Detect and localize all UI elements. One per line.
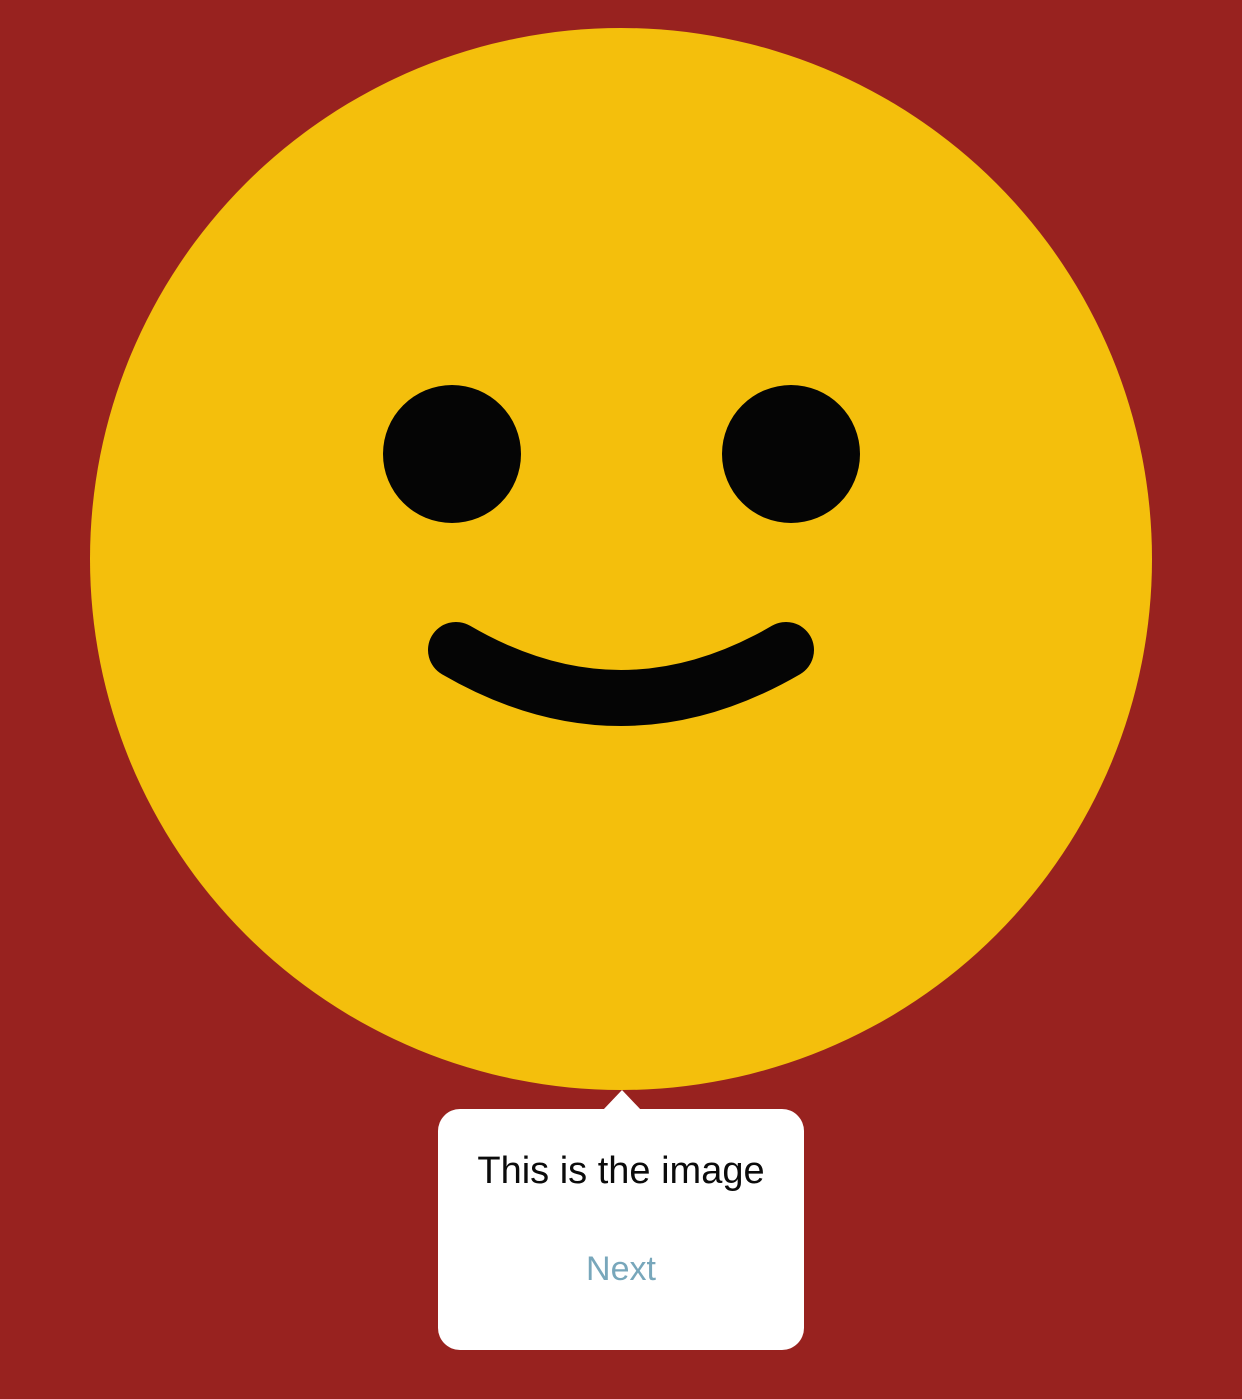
- face-circle: [90, 28, 1152, 1090]
- right-eye: [722, 385, 860, 523]
- onboarding-tooltip: This is the image Next: [438, 1109, 804, 1350]
- smiley-face-icon: [90, 28, 1152, 1090]
- tooltip-text: This is the image: [477, 1150, 765, 1192]
- next-button[interactable]: Next: [438, 1247, 804, 1291]
- left-eye: [383, 385, 521, 523]
- onboarding-stage: This is the image Next: [0, 0, 1242, 1399]
- tooltip-arrow: [603, 1090, 641, 1110]
